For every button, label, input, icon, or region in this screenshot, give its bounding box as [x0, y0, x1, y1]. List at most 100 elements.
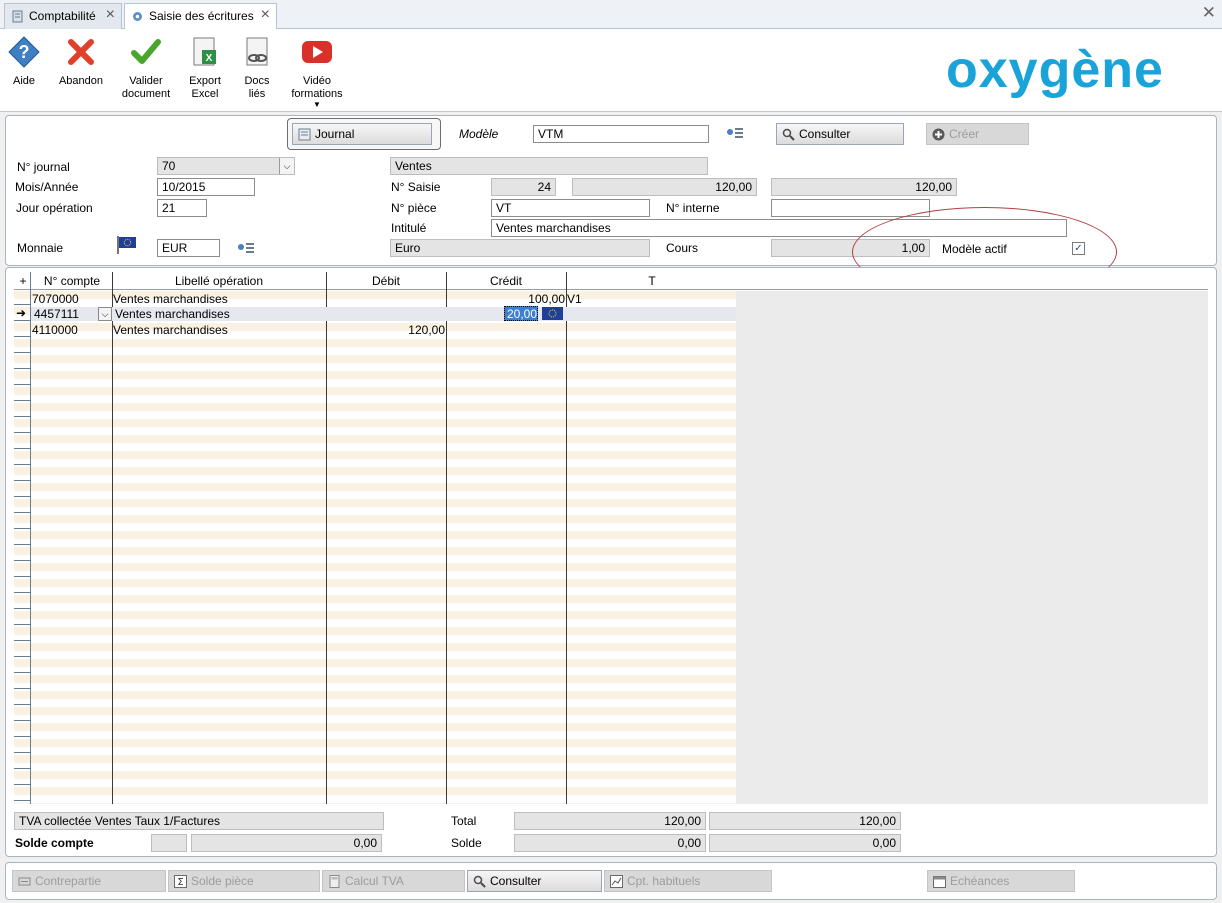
consulter-button[interactable]: Consulter — [467, 870, 602, 892]
row3-debit[interactable]: 120,00 — [327, 322, 445, 338]
excel-export-icon: X — [193, 37, 216, 66]
journal-button[interactable]: Journal — [292, 123, 432, 145]
col-n-compte[interactable]: N° compte — [32, 272, 112, 290]
grid-body — [14, 291, 736, 804]
video-formations-button[interactable]: Vidéo formations ▼ — [290, 35, 344, 109]
jour-operation-input[interactable]: 21 — [157, 199, 207, 217]
tva-info-field: TVA collectée Ventes Taux 1/Factures — [14, 812, 384, 830]
row-selector[interactable] — [14, 695, 31, 705]
row-selector[interactable] — [14, 439, 31, 449]
row-selector[interactable] — [14, 327, 31, 337]
row-selector[interactable] — [14, 679, 31, 689]
currency-settings-icon[interactable] — [237, 241, 255, 256]
row2-libelle[interactable]: Ventes marchandises — [115, 306, 230, 322]
current-row-arrow-icon: ➜ — [16, 306, 27, 320]
echeances-button[interactable]: Echéances — [927, 870, 1075, 892]
row-selector[interactable] — [14, 727, 31, 737]
tab-saisie-ecritures[interactable]: Saisie des écritures × — [124, 3, 277, 30]
export-excel-button[interactable]: X Export Excel — [186, 35, 224, 101]
checkmark-icon — [131, 39, 161, 64]
row-selector[interactable] — [14, 535, 31, 545]
n-piece-label: N° pièce — [391, 201, 437, 215]
row-selector[interactable] — [14, 519, 31, 529]
saisie-total-debit: 120,00 — [572, 178, 757, 196]
row1-compte[interactable]: 7070000 — [32, 291, 79, 307]
row-selector[interactable] — [14, 775, 31, 785]
modele-input[interactable]: VTM — [533, 125, 709, 143]
list-settings-icon[interactable] — [726, 126, 744, 141]
row2-compte[interactable]: 4457111 — [34, 306, 79, 322]
row-selector[interactable] — [14, 391, 31, 401]
creer-label: Créer — [949, 127, 980, 141]
dropdown-arrow-icon[interactable]: ▼ — [290, 101, 344, 109]
eu-flag-icon[interactable] — [542, 307, 563, 320]
calcul-tva-button[interactable]: Calcul TVA — [322, 870, 465, 892]
col-credit[interactable]: Crédit — [446, 272, 566, 290]
n-journal-select[interactable]: 70 ⌵ — [157, 157, 295, 175]
row-selector[interactable] — [14, 407, 31, 417]
export-label-2: Excel — [191, 88, 219, 100]
row-selector[interactable] — [14, 471, 31, 481]
row-selector[interactable] — [14, 743, 31, 753]
cpt-habituels-label: Cpt. habituels — [627, 874, 701, 888]
chevron-down-icon[interactable]: ⌵ — [98, 307, 112, 321]
abandon-button[interactable]: Abandon — [58, 35, 104, 88]
solde-compte-value: 0,00 — [191, 834, 382, 852]
monnaie-input[interactable]: EUR — [157, 239, 220, 257]
row1-t[interactable]: V1 — [567, 291, 582, 307]
aide-button[interactable]: ? Aide — [4, 35, 44, 88]
valider-document-button[interactable]: Valider document — [120, 35, 172, 101]
row-selector[interactable] — [14, 663, 31, 673]
row1-libelle[interactable]: Ventes marchandises — [113, 291, 228, 307]
row-selector[interactable] — [14, 551, 31, 561]
contrepartie-button[interactable]: Contrepartie — [12, 870, 166, 892]
row3-compte[interactable]: 4110000 — [32, 322, 78, 338]
solde-debit: 0,00 — [514, 834, 706, 852]
col-t[interactable]: T — [566, 272, 738, 290]
col-divider — [326, 272, 327, 804]
row-selector[interactable] — [14, 615, 31, 625]
echeances-label: Echéances — [950, 874, 1010, 888]
col-libelle[interactable]: Libellé opération — [112, 272, 326, 290]
row-selector[interactable] — [14, 375, 31, 385]
col-debit[interactable]: Débit — [326, 272, 446, 290]
row-selector[interactable] — [14, 631, 31, 641]
row-selector[interactable] — [14, 343, 31, 353]
jour-operation-label: Jour opération — [16, 201, 93, 215]
row-selector[interactable] — [14, 295, 31, 305]
row-selector[interactable] — [14, 647, 31, 657]
row2-credit-input[interactable]: 20,00 — [504, 306, 538, 321]
row-selector[interactable] — [14, 487, 31, 497]
row-selector[interactable] — [14, 503, 31, 513]
close-icon[interactable]: × — [261, 6, 270, 24]
chevron-down-icon[interactable]: ⌵ — [279, 158, 294, 174]
window-close-icon[interactable]: ✕ — [1202, 3, 1216, 23]
row-selector[interactable] — [14, 711, 31, 721]
eu-flag-icon — [117, 236, 136, 254]
creer-button[interactable]: Créer — [926, 123, 1029, 145]
row1-credit[interactable]: 100,00 — [447, 291, 565, 307]
row-selector[interactable] — [14, 583, 31, 593]
row3-libelle[interactable]: Ventes marchandises — [113, 322, 228, 338]
row-selector[interactable] — [14, 455, 31, 465]
close-icon[interactable]: × — [106, 6, 115, 24]
row-selector[interactable] — [14, 599, 31, 609]
col-divider — [566, 272, 567, 804]
docs-lies-button[interactable]: Docs liés — [238, 35, 276, 101]
row-selector[interactable] — [14, 359, 31, 369]
solde-piece-button[interactable]: Σ Solde pièce — [168, 870, 320, 892]
n-interne-input[interactable] — [771, 199, 930, 217]
row-selector[interactable] — [14, 791, 31, 801]
linked-docs-icon — [246, 37, 268, 66]
monnaie-label: Monnaie — [17, 241, 64, 255]
oxygene-logo: oxygène — [946, 41, 1164, 99]
consulter-modele-button[interactable]: Consulter — [776, 123, 904, 145]
n-piece-input[interactable]: VT — [491, 199, 650, 217]
row-selector[interactable] — [14, 567, 31, 577]
mois-annee-input[interactable]: 10/2015 — [157, 178, 255, 196]
solde-credit: 0,00 — [709, 834, 901, 852]
row-selector[interactable] — [14, 423, 31, 433]
row-selector[interactable] — [14, 759, 31, 769]
cpt-habituels-button[interactable]: Cpt. habituels — [604, 870, 772, 892]
tab-comptabilite[interactable]: Comptabilité × — [4, 3, 122, 29]
